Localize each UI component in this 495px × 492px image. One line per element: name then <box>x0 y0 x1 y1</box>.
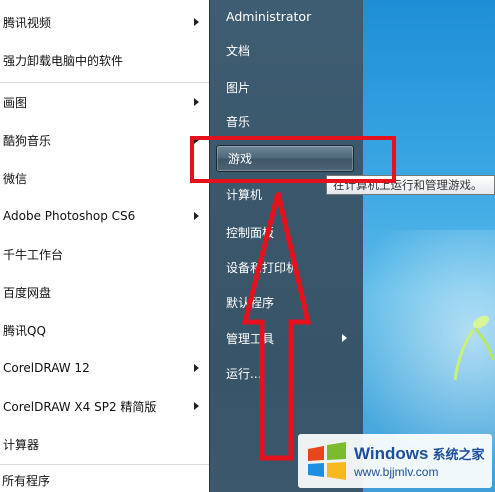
submenu-arrow-icon <box>194 402 199 410</box>
default-programs-label: 默认程序 <box>226 295 275 310</box>
program-label: 计算器 <box>3 437 40 452</box>
desktop-background <box>363 0 495 492</box>
control-panel-label: 控制面板 <box>226 225 275 240</box>
menu-item-pictures[interactable]: 图片 <box>226 75 250 99</box>
program-label: CorelDRAW 12 <box>3 361 90 375</box>
program-item-photoshop[interactable]: Adobe Photoshop CS6 <box>0 200 209 232</box>
menu-item-music[interactable]: 音乐 <box>226 109 250 133</box>
watermark-text: Windows 系统之家 www.bjjmlv.com <box>354 444 484 479</box>
program-item-qianniu[interactable]: 千牛工作台 <box>0 238 209 270</box>
program-label: 腾讯视频 <box>3 15 52 30</box>
program-label: 百度网盘 <box>3 285 52 300</box>
user-name: Administrator <box>226 8 312 24</box>
highlight-box <box>190 136 396 183</box>
watermark-brand: Windows <box>354 443 429 463</box>
devices-printers-label: 设备和打印机 <box>226 260 299 275</box>
program-label: Adobe Photoshop CS6 <box>3 209 136 223</box>
program-label: 酷狗音乐 <box>3 133 52 148</box>
menu-item-computer[interactable]: 计算机 <box>226 182 262 206</box>
menu-item-user-folder[interactable]: Administrator <box>226 4 311 28</box>
menu-item-devices-printers[interactable]: 设备和打印机 <box>226 255 298 279</box>
submenu-arrow-icon <box>194 212 199 220</box>
program-item-coreldraw-x4[interactable]: CorelDRAW X4 SP2 精简版 <box>0 390 209 422</box>
admin-tools-label: 管理工具 <box>226 331 275 346</box>
all-programs-label: 所有程序 <box>2 473 51 488</box>
menu-item-control-panel[interactable]: 控制面板 <box>226 220 274 244</box>
program-item-paint[interactable]: 画图 <box>0 86 209 118</box>
watermark-url: www.bjjmlv.com <box>354 464 439 479</box>
windows-logo-icon <box>308 442 346 480</box>
program-item-uninstaller[interactable]: 强力卸载电脑中的软件 <box>0 44 209 76</box>
watermark-cn-name: 系统之家 <box>432 447 485 463</box>
program-item-calculator[interactable]: 计算器 <box>0 428 209 460</box>
program-item-tencent-video[interactable]: 腾讯视频 <box>0 6 209 38</box>
wallpaper-plant-icon <box>453 315 495 381</box>
program-label: CorelDRAW X4 SP2 精简版 <box>3 399 157 414</box>
start-menu-right-panel <box>209 0 363 492</box>
submenu-arrow-icon <box>194 98 199 106</box>
separator <box>0 82 209 83</box>
menu-item-run[interactable]: 运行... <box>226 361 261 385</box>
submenu-arrow-icon <box>194 18 199 26</box>
program-item-wechat[interactable]: 微信 <box>0 162 209 194</box>
submenu-arrow-icon <box>342 334 347 342</box>
menu-item-admin-tools[interactable]: 管理工具 <box>226 326 274 350</box>
menu-item-documents[interactable]: 文档 <box>226 38 250 62</box>
menu-item-default-programs[interactable]: 默认程序 <box>226 290 274 314</box>
separator <box>0 464 209 465</box>
run-label: 运行... <box>226 366 262 381</box>
watermark-title-row: Windows 系统之家 <box>354 444 484 464</box>
program-item-tencent-qq[interactable]: 腾讯QQ <box>0 314 209 346</box>
program-label: 千牛工作台 <box>3 247 64 262</box>
program-item-coreldraw-12[interactable]: CorelDRAW 12 <box>0 352 209 384</box>
program-label: 微信 <box>3 171 28 186</box>
music-label: 音乐 <box>226 114 251 129</box>
all-programs-button[interactable]: 所有程序 <box>0 468 209 492</box>
computer-label: 计算机 <box>226 187 263 202</box>
watermark: Windows 系统之家 www.bjjmlv.com <box>298 434 492 488</box>
program-label: 强力卸载电脑中的软件 <box>3 53 124 68</box>
program-label: 画图 <box>3 95 28 110</box>
program-label: 腾讯QQ <box>3 323 46 338</box>
program-item-kugou-music[interactable]: 酷狗音乐 <box>0 124 209 156</box>
pictures-label: 图片 <box>226 80 251 95</box>
program-item-baidu-netdisk[interactable]: 百度网盘 <box>0 276 209 308</box>
documents-label: 文档 <box>226 43 251 58</box>
submenu-arrow-icon <box>194 364 199 372</box>
program-list-panel: 腾讯视频 强力卸载电脑中的软件 画图 酷狗音乐 微信 Adobe Photosh… <box>0 0 209 492</box>
